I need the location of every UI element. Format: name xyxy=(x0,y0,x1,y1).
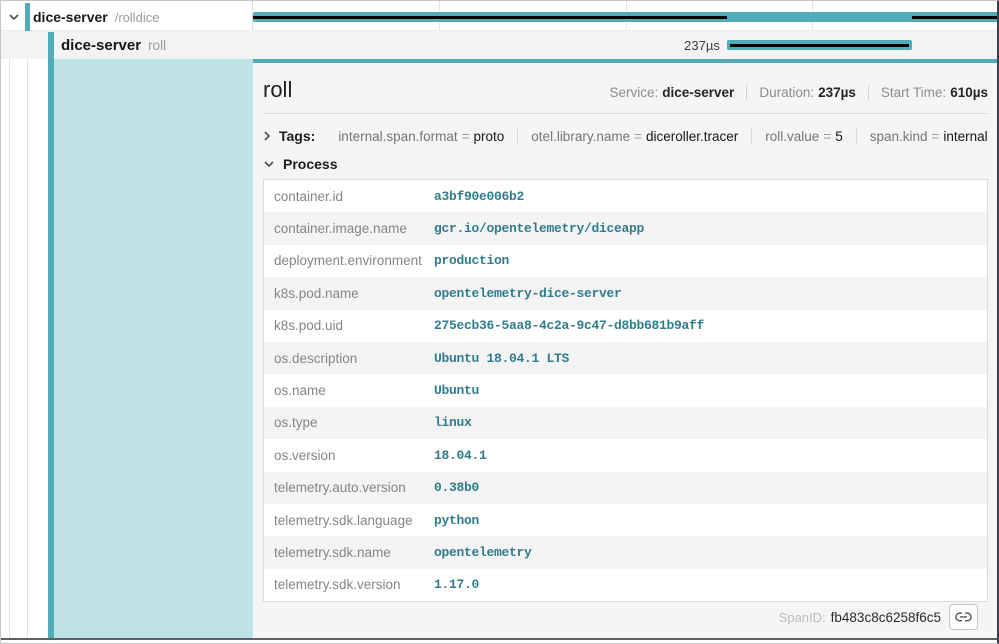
process-key: os.version xyxy=(264,448,434,463)
detail-bottom-border xyxy=(1,638,998,640)
process-value: 275ecb36-5aa8-4c2a-9c47-d8bb681b9aff xyxy=(434,318,704,333)
process-key: os.name xyxy=(264,383,434,398)
process-value: Ubuntu 18.04.1 LTS xyxy=(434,351,569,366)
process-key: os.description xyxy=(264,351,434,366)
detail-row-highlight xyxy=(54,59,253,638)
rolldice-span-bar[interactable] xyxy=(253,12,998,22)
metric-duration: Duration:237µs xyxy=(746,85,868,100)
chevron-right-icon[interactable] xyxy=(263,130,271,142)
process-key: k8s.pod.name xyxy=(264,286,434,301)
span-operation-name: roll xyxy=(148,38,166,53)
process-key: deployment.environment xyxy=(264,253,434,268)
process-table-row: telemetry.sdk.language python xyxy=(264,504,987,536)
span-overview-metrics: Service:dice-server Duration:237µs Start… xyxy=(597,85,988,100)
metric-service: Service:dice-server xyxy=(597,85,746,100)
span-detail-panel: roll Service:dice-server Duration:237µs … xyxy=(253,59,998,638)
link-icon xyxy=(955,611,972,623)
process-table-row: container.image.name gcr.io/opentelemetr… xyxy=(264,212,987,244)
process-table-row: os.type linux xyxy=(264,407,987,439)
process-value: production xyxy=(434,253,509,268)
process-value: 0.38b0 xyxy=(434,480,479,495)
process-table-row: os.description Ubuntu 18.04.1 LTS xyxy=(264,342,987,374)
header-divider xyxy=(263,113,988,114)
process-key: telemetry.sdk.name xyxy=(264,545,434,560)
duration-label: 237µs xyxy=(684,38,720,53)
process-value: python xyxy=(434,513,479,528)
process-value: linux xyxy=(434,415,472,430)
deep-link-button[interactable] xyxy=(949,604,978,630)
process-key: k8s.pod.uid xyxy=(264,318,434,333)
process-value: opentelemetry-dice-server xyxy=(434,286,622,301)
process-section-header[interactable]: Process xyxy=(263,153,337,175)
span-service-name: dice-server xyxy=(33,9,108,25)
tag-list: internal.span.format=proto otel.library.… xyxy=(325,129,999,144)
process-table-row: k8s.pod.name opentelemetry-dice-server xyxy=(264,277,987,309)
span-service-name: dice-server xyxy=(61,37,141,54)
process-label: Process xyxy=(283,156,337,172)
process-table-row: container.id a3bf90e006b2 xyxy=(264,180,987,212)
timeline-row-roll: 237µs xyxy=(253,31,998,59)
process-table-row: os.name Ubuntu xyxy=(264,374,987,406)
spanid-value: fb483c8c6258f6c5 xyxy=(831,610,941,625)
indent-guide xyxy=(27,59,28,638)
process-value: Ubuntu xyxy=(434,383,479,398)
process-value: 18.04.1 xyxy=(434,448,487,463)
tag-item: internal.span.format=proto xyxy=(325,129,517,144)
chevron-down-icon[interactable] xyxy=(263,160,275,168)
metric-start-time: Start Time:610µs xyxy=(868,85,988,100)
process-key: container.image.name xyxy=(264,221,434,236)
process-key: container.id xyxy=(264,189,434,204)
service-color-bar xyxy=(48,32,54,59)
span-footer: SpanID: fb483c8c6258f6c5 xyxy=(779,604,978,630)
process-value: 1.17.0 xyxy=(434,577,479,592)
tags-label: Tags: xyxy=(279,128,315,144)
process-table-row: deployment.environment production xyxy=(264,245,987,277)
process-key: os.type xyxy=(264,415,434,430)
tag-item: roll.value=5 xyxy=(751,129,855,144)
span-operation-name: /rolldice xyxy=(115,10,160,25)
tags-section-header[interactable]: Tags: internal.span.format=proto otel.li… xyxy=(263,123,988,149)
spanid-label: SpanID: xyxy=(779,610,826,625)
process-key: telemetry.sdk.version xyxy=(264,577,434,592)
jaeger-span-detail-view: dice-server /rolldice dice-server roll 2… xyxy=(0,0,999,644)
process-key: telemetry.sdk.language xyxy=(264,513,434,528)
critical-path-segment xyxy=(730,44,910,47)
chevron-down-icon[interactable] xyxy=(8,13,20,21)
process-key: telemetry.auto.version xyxy=(264,480,434,495)
tag-item: otel.library.name=diceroller.tracer xyxy=(517,129,751,144)
process-table: container.id a3bf90e006b2 container.imag… xyxy=(263,179,988,602)
process-table-row: os.version 18.04.1 xyxy=(264,439,987,471)
process-table-row: telemetry.sdk.version 1.17.0 xyxy=(264,569,987,601)
timeline-row-rolldice xyxy=(253,3,998,31)
service-color-bar xyxy=(25,3,30,31)
process-table-row: telemetry.sdk.name opentelemetry xyxy=(264,536,987,568)
critical-path-segment xyxy=(912,16,998,19)
span-row-rolldice[interactable]: dice-server /rolldice xyxy=(1,3,253,31)
critical-path-segment xyxy=(253,16,727,19)
tag-item: span.kind=internal xyxy=(856,129,999,144)
process-value: a3bf90e006b2 xyxy=(434,189,524,204)
span-row-roll[interactable]: dice-server roll xyxy=(1,31,253,59)
indent-guide xyxy=(9,59,10,638)
process-table-row: telemetry.auto.version 0.38b0 xyxy=(264,472,987,504)
process-value: gcr.io/opentelemetry/diceapp xyxy=(434,221,644,236)
process-value: opentelemetry xyxy=(434,545,532,560)
roll-span-bar[interactable] xyxy=(727,40,913,50)
process-table-row: k8s.pod.uid 275ecb36-5aa8-4c2a-9c47-d8bb… xyxy=(264,310,987,342)
span-title: roll xyxy=(263,77,292,103)
